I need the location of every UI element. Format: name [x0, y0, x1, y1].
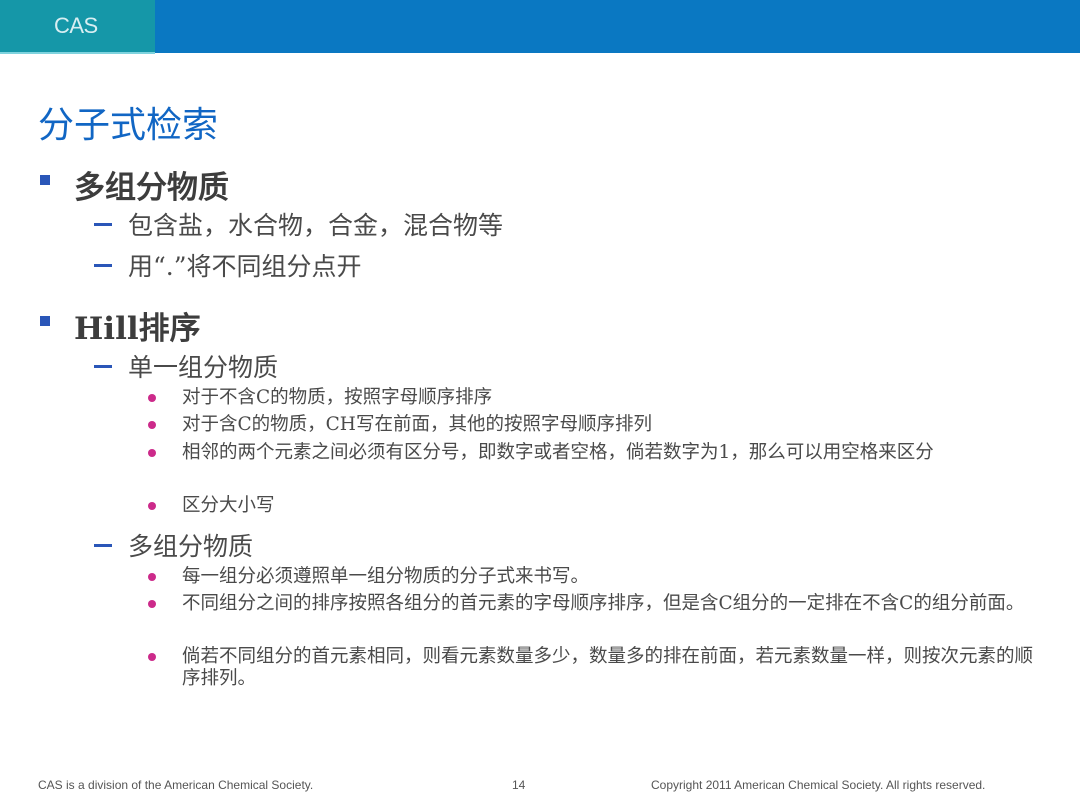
header-accent-line — [0, 52, 155, 54]
section-label: 多组分物质 — [74, 170, 229, 206]
dot-bullet-icon — [148, 573, 156, 581]
subsection-label: 单一组分物质 — [128, 353, 279, 382]
dot-bullet-icon — [148, 653, 156, 661]
page-number: 14 — [512, 778, 526, 792]
square-bullet-icon — [40, 316, 50, 326]
list-item-text: 对于含C的物质，CH写在前面，其他的按照字母顺序排列 — [182, 414, 652, 435]
dash-bullet-icon — [94, 223, 112, 226]
subsection-label: 多组分物质 — [128, 532, 254, 561]
footer-copyright: Copyright 2011 American Chemical Society… — [651, 778, 986, 792]
list-item-text: 相邻的两个元素之间必须有区分号，即数字或者空格，倘若数字为1，那么可以用空格来区… — [182, 442, 934, 463]
list-item-text: 倘若不同组分的首元素相同，则看元素数量多少，数量多的排在前面，若元素数量一样，则… — [182, 646, 1034, 689]
footer-division-note: CAS is a division of the American Chemic… — [38, 778, 314, 792]
dash-bullet-icon — [94, 544, 112, 547]
dot-bullet-icon — [148, 502, 156, 510]
square-bullet-icon — [40, 175, 50, 185]
list-item-text: 每一组分必须遵照单一组分物质的分子式来书写。 — [182, 566, 590, 587]
dash-bullet-icon — [94, 365, 112, 368]
dash-bullet-icon — [94, 264, 112, 267]
list-item-text: 用“.”将不同组分点开 — [128, 252, 362, 281]
dot-bullet-icon — [148, 600, 156, 608]
header-band — [155, 0, 1080, 53]
list-item-text: 不同组分之间的排序按照各组分的首元素的字母顺序排序，但是含C组分的一定排在不含C… — [182, 593, 1025, 614]
dot-bullet-icon — [148, 449, 156, 457]
dot-bullet-icon — [148, 421, 156, 429]
header-bar: CAS — [0, 0, 1080, 54]
section-label: Hill排序 — [74, 311, 201, 347]
list-item-text: 对于不含C的物质，按照字母顺序排序 — [182, 387, 493, 408]
dot-bullet-icon — [148, 394, 156, 402]
list-item-text: 包含盐，水合物，合金，混合物等 — [128, 211, 504, 240]
slide-title: 分子式检索 — [38, 105, 219, 146]
list-item-text: 区分大小写 — [182, 495, 275, 516]
cas-logo: CAS — [54, 13, 98, 38]
